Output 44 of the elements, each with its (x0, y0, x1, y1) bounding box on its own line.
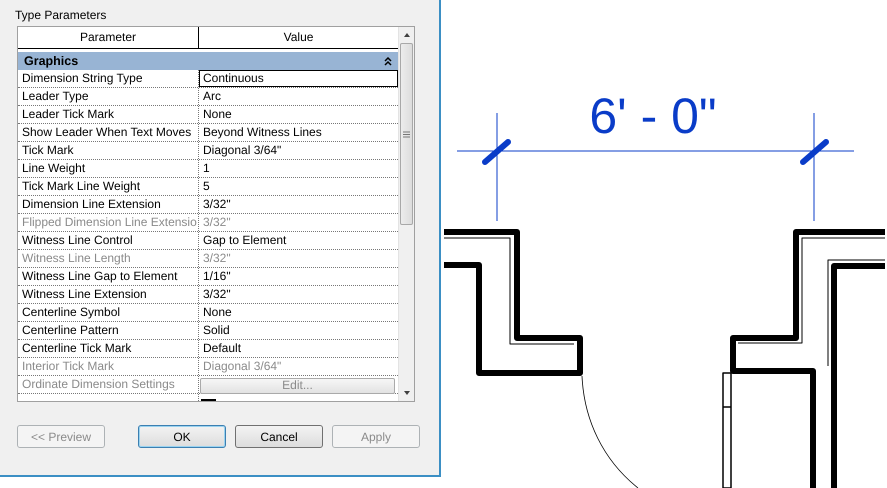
parameter-name: Ordinate Dimension Settings (18, 376, 199, 393)
parameter-value[interactable]: 3/32" (199, 286, 398, 303)
parameter-value[interactable]: Default (199, 340, 398, 357)
collapse-icon[interactable] (384, 56, 392, 66)
parameter-name: Interior Tick Mark (18, 358, 199, 375)
parameter-name: Witness Line Control (18, 232, 199, 249)
parameter-name: Centerline Pattern (18, 322, 199, 339)
parameter-value[interactable]: Gap to Element (199, 232, 398, 249)
parameter-value[interactable]: Arc (199, 88, 398, 105)
section-title: Type Parameters (15, 8, 106, 22)
parameter-value[interactable]: 3/32" (199, 196, 398, 213)
dimension-label: 6' - 0" (589, 88, 717, 144)
parameter-value[interactable]: 5 (199, 178, 398, 195)
parameter-value[interactable]: None (199, 304, 398, 321)
scroll-thumb[interactable] (400, 43, 414, 225)
parameter-value[interactable]: Beyond Witness Lines (199, 124, 398, 141)
grip-icon (403, 130, 410, 138)
parameter-value[interactable]: 1 (199, 160, 398, 177)
group-label: Graphics (24, 52, 78, 70)
parameter-value[interactable]: Solid (199, 322, 398, 339)
parameter-name: Witness Line Length (18, 250, 199, 267)
dialog-button[interactable]: Cancel (235, 425, 323, 448)
scrollbar[interactable] (398, 27, 414, 401)
parameter-value[interactable]: Continuous (199, 70, 398, 87)
parameter-name: Line Weight (18, 160, 199, 177)
parameter-name: Witness Line Gap to Element (18, 268, 199, 285)
parameter-value[interactable]: Diagonal 3/64" (199, 142, 398, 159)
parameter-name: Centerline Tick Mark (18, 340, 199, 357)
parameter-name: Witness Line Extension (18, 286, 199, 303)
parameter-name: Tick Mark (18, 142, 199, 159)
parameter-name: Dimension Line Extension (18, 196, 199, 213)
parameter-value[interactable]: 1/16" (199, 268, 398, 285)
parameter-name: Flipped Dimension Line Extensio (18, 214, 199, 231)
column-header[interactable]: Parameter (18, 27, 199, 48)
parameter-value[interactable]: None (199, 106, 398, 123)
dialog-button[interactable]: OK (138, 425, 226, 448)
parameter-name: Leader Type (18, 88, 199, 105)
column-header[interactable]: Value (199, 27, 398, 48)
parameter-name: Show Leader When Text Moves (18, 124, 199, 141)
parameter-name: Leader Tick Mark (18, 106, 199, 123)
parameter-name: Dimension String Type (18, 70, 199, 87)
group-header[interactable]: Graphics (18, 52, 398, 70)
parameter-name: Centerline Symbol (18, 304, 199, 321)
parameter-name: Tick Mark Line Weight (18, 178, 199, 195)
